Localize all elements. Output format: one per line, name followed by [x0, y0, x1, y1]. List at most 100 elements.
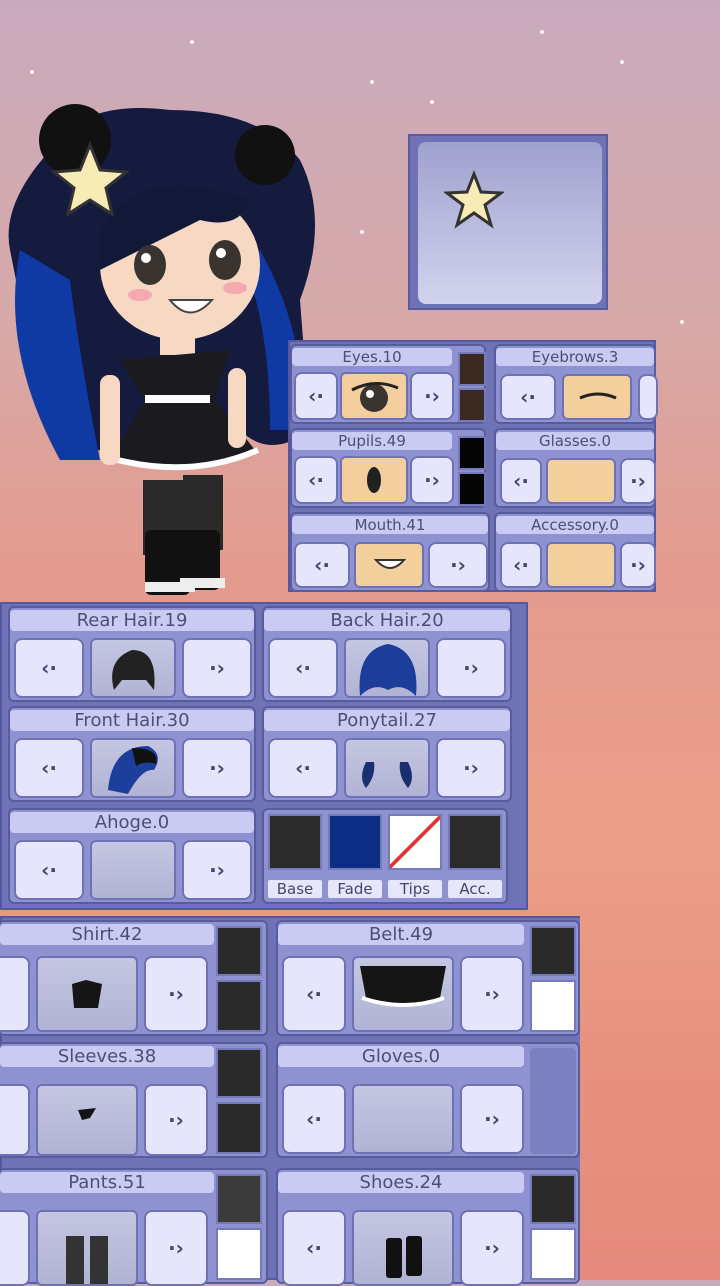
tips-tab[interactable]: Tips	[388, 880, 442, 898]
pupils-thumbnail	[340, 456, 408, 504]
belt-cell: Belt.49 ‹· ·›	[276, 920, 580, 1036]
eyes-cell: Eyes.10 ‹· ·›	[290, 344, 486, 424]
eyes-prev-button[interactable]: ‹·	[294, 372, 338, 420]
shirt-label: Shirt.42	[0, 924, 214, 945]
pants-color-swatch-2[interactable]	[216, 1228, 262, 1280]
hair-color-cell: Base Fade Tips Acc.	[262, 808, 508, 904]
belt-color-swatch-1[interactable]	[530, 926, 576, 976]
sparkle	[190, 40, 194, 44]
pants-color-swatch-1[interactable]	[216, 1174, 262, 1224]
sparkle	[360, 230, 364, 234]
shirt-next-button[interactable]: ·›	[144, 956, 208, 1032]
pants-prev-button[interactable]	[0, 1210, 30, 1286]
back-hair-thumbnail	[344, 638, 430, 698]
shoes-prev-button[interactable]: ‹·	[282, 1210, 346, 1286]
eyebrows-thumbnail	[562, 374, 632, 420]
ahoge-label: Ahoge.0	[10, 812, 254, 833]
pants-next-button[interactable]: ·›	[144, 1210, 208, 1286]
shirt-color-swatch-2[interactable]	[216, 980, 262, 1032]
hair-panel: Rear Hair.19 ‹· ·› Back Hair.20 ‹· ·› Fr…	[0, 602, 528, 910]
back-hair-prev-button[interactable]: ‹·	[268, 638, 338, 698]
mouth-next-button[interactable]: ·›	[428, 542, 488, 588]
pupils-label: Pupils.49	[292, 432, 452, 450]
fade-tab[interactable]: Fade	[328, 880, 382, 898]
acc-tab[interactable]: Acc.	[448, 880, 502, 898]
ponytail-cell: Ponytail.27 ‹· ·›	[262, 706, 512, 802]
base-color-swatch[interactable]	[268, 814, 322, 870]
accessory-prev-button[interactable]: ‹·	[500, 542, 542, 588]
gloves-next-button[interactable]: ·›	[460, 1084, 524, 1154]
shoes-cell: Shoes.24 ‹· ·›	[276, 1168, 580, 1286]
glasses-thumbnail	[546, 458, 616, 504]
rear-hair-cell: Rear Hair.19 ‹· ·›	[8, 606, 256, 702]
fade-color-swatch[interactable]	[328, 814, 382, 870]
mouth-prev-button[interactable]: ‹·	[294, 542, 350, 588]
ahoge-thumbnail	[90, 840, 176, 900]
back-hair-next-button[interactable]: ·›	[436, 638, 506, 698]
rear-hair-next-button[interactable]: ·›	[182, 638, 252, 698]
eyebrows-cell: Eyebrows.3 ‹·	[494, 344, 658, 424]
clothes-panel: Shirt.42 ·› Belt.49 ‹· ·› Sleeves.38 ·› …	[0, 916, 580, 1286]
glasses-next-button[interactable]: ·›	[620, 458, 656, 504]
glasses-cell: Glasses.0 ‹· ·›	[494, 428, 656, 508]
pupils-color-swatch-2[interactable]	[458, 472, 486, 506]
accessory-label: Accessory.0	[496, 516, 654, 534]
sleeves-prev-button[interactable]	[0, 1084, 30, 1156]
sparkle	[540, 30, 544, 34]
star-icon	[444, 170, 504, 229]
sparkle	[430, 100, 434, 104]
back-hair-label: Back Hair.20	[264, 610, 510, 631]
front-hair-prev-button[interactable]: ‹·	[14, 738, 84, 798]
eyes-color-swatch-1[interactable]	[458, 352, 486, 386]
sleeves-color-swatch-2[interactable]	[216, 1102, 262, 1154]
glasses-label: Glasses.0	[496, 432, 654, 450]
shoes-color-swatch-1[interactable]	[530, 1174, 576, 1224]
rear-hair-prev-button[interactable]: ‹·	[14, 638, 84, 698]
accessory-cell: Accessory.0 ‹· ·›	[494, 512, 656, 592]
mouth-label: Mouth.41	[292, 516, 488, 534]
sparkle	[370, 80, 374, 84]
shoes-color-swatch-2[interactable]	[530, 1228, 576, 1280]
belt-color-swatch-2[interactable]	[530, 980, 576, 1032]
eyebrows-next-button[interactable]	[638, 374, 658, 420]
rear-hair-label: Rear Hair.19	[10, 610, 254, 631]
gloves-prev-button[interactable]: ‹·	[282, 1084, 346, 1154]
gloves-color-disabled	[530, 1048, 576, 1154]
glasses-prev-button[interactable]: ‹·	[500, 458, 542, 504]
pants-cell: Pants.51 ·›	[0, 1168, 268, 1286]
eyes-next-button[interactable]: ·›	[410, 372, 454, 420]
pupils-color-swatch-1[interactable]	[458, 436, 486, 470]
eyes-color-swatch-2[interactable]	[458, 388, 486, 422]
ponytail-prev-button[interactable]: ‹·	[268, 738, 338, 798]
belt-next-button[interactable]: ·›	[460, 956, 524, 1032]
pants-label: Pants.51	[0, 1172, 214, 1193]
ahoge-next-button[interactable]: ·›	[182, 840, 252, 900]
tips-color-swatch[interactable]	[388, 814, 442, 870]
pupils-next-button[interactable]: ·›	[410, 456, 454, 504]
mouth-thumbnail	[354, 542, 424, 588]
ahoge-prev-button[interactable]: ‹·	[14, 840, 84, 900]
ponytail-next-button[interactable]: ·›	[436, 738, 506, 798]
pupils-prev-button[interactable]: ‹·	[294, 456, 338, 504]
sparkle	[620, 60, 624, 64]
acc-color-swatch[interactable]	[448, 814, 502, 870]
shirt-color-swatch-1[interactable]	[216, 926, 262, 976]
belt-label: Belt.49	[278, 924, 524, 945]
shoes-next-button[interactable]: ·›	[460, 1210, 524, 1286]
accessory-next-button[interactable]: ·›	[620, 542, 656, 588]
eyes-thumbnail	[340, 372, 408, 420]
sparkle	[30, 70, 34, 74]
front-hair-thumbnail	[90, 738, 176, 798]
sleeves-next-button[interactable]: ·›	[144, 1084, 208, 1156]
pants-thumbnail	[36, 1210, 138, 1286]
front-hair-next-button[interactable]: ·›	[182, 738, 252, 798]
sleeves-label: Sleeves.38	[0, 1046, 214, 1067]
mouth-cell: Mouth.41 ‹· ·›	[290, 512, 490, 592]
eyebrows-prev-button[interactable]: ‹·	[500, 374, 556, 420]
sleeves-color-swatch-1[interactable]	[216, 1048, 262, 1098]
shirt-prev-button[interactable]	[0, 956, 30, 1032]
belt-prev-button[interactable]: ‹·	[282, 956, 346, 1032]
ponytail-label: Ponytail.27	[264, 710, 510, 731]
base-tab[interactable]: Base	[268, 880, 322, 898]
sleeves-thumbnail	[36, 1084, 138, 1156]
